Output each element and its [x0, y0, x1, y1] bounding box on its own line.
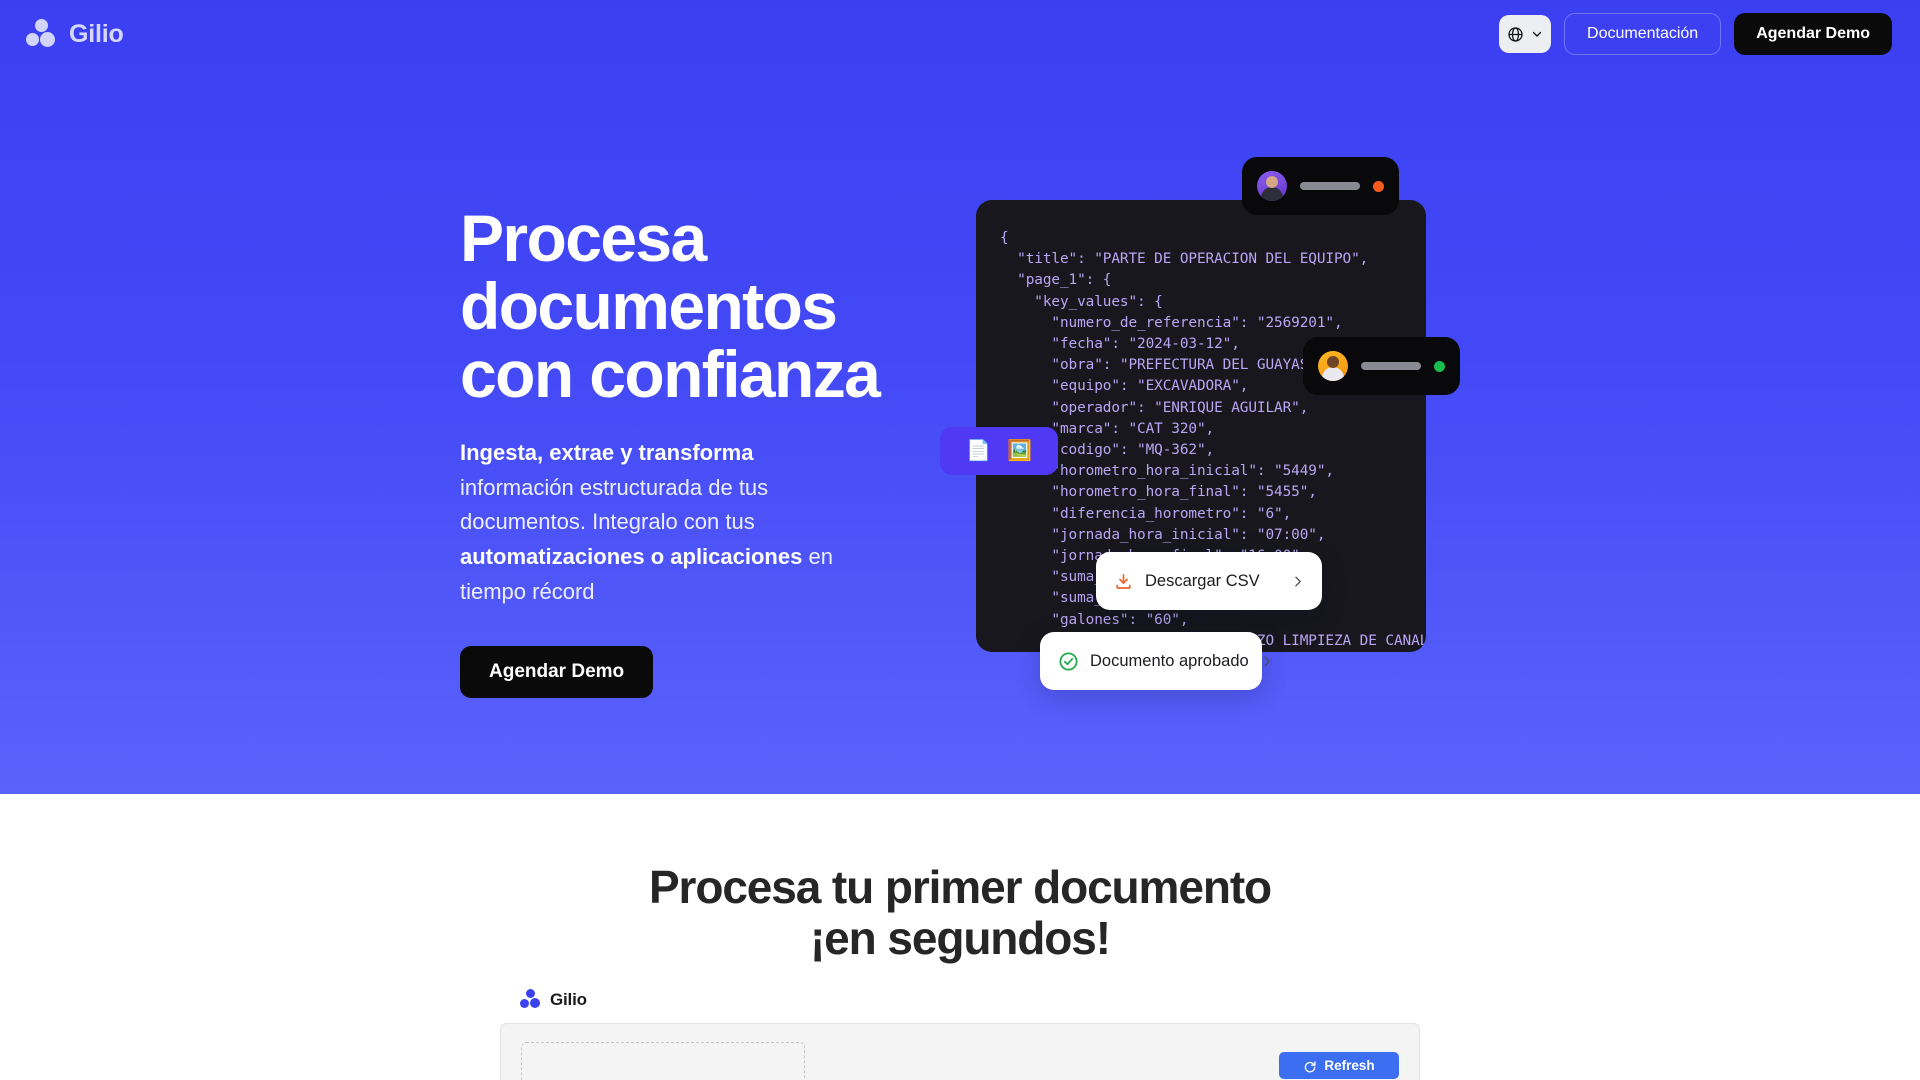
image-file-icon: 🖼️ — [1007, 440, 1032, 462]
section-title: Procesa tu primer documento ¡en segundos… — [648, 861, 1272, 964]
notification-card-1[interactable] — [1242, 157, 1399, 215]
file-dropzone[interactable] — [521, 1042, 805, 1080]
status-dot-green — [1434, 360, 1445, 372]
chevron-right-icon — [1295, 576, 1301, 586]
hero-subtitle-bold-2: automatizaciones o aplicaciones — [460, 544, 803, 570]
user-avatar-amber — [1318, 351, 1348, 381]
top-navbar: Gilio Documentación Agendar Demo — [0, 0, 1920, 68]
widget-toolbar: Refresh — [823, 1042, 1399, 1080]
gilio-logo-icon — [26, 19, 58, 49]
embedded-app-widget: Gilio Refresh — [500, 989, 1420, 1080]
refresh-button[interactable]: Refresh — [1279, 1052, 1399, 1079]
chevron-down-icon — [1532, 31, 1542, 37]
download-icon — [1116, 573, 1131, 589]
widget-header: Gilio — [500, 989, 1420, 1010]
document-approved-chip[interactable]: Documento aprobado — [1040, 632, 1270, 690]
user-avatar-violet — [1257, 171, 1287, 201]
schedule-demo-hero-button[interactable]: Agendar Demo — [460, 645, 654, 698]
hero-section: Gilio Documentación Agendar Demo Procesa… — [0, 0, 1920, 794]
globe-icon — [1508, 26, 1523, 42]
schedule-demo-nav-button[interactable]: Agendar Demo — [1734, 13, 1892, 55]
brand-logo[interactable]: Gilio — [26, 19, 124, 49]
notification-card-2[interactable] — [1303, 337, 1460, 395]
refresh-icon — [1305, 1060, 1316, 1072]
gilio-logo-icon — [520, 989, 542, 1010]
placeholder-bar — [1300, 182, 1360, 190]
download-csv-chip[interactable]: Descargar CSV — [1096, 552, 1322, 610]
navbar-actions: Documentación Agendar Demo — [1499, 13, 1892, 55]
get-started-section: Procesa tu primer documento ¡en segundos… — [0, 794, 1920, 1080]
refresh-label: Refresh — [1324, 1058, 1375, 1073]
brand-name: Gilio — [69, 19, 124, 48]
widget-brand-name: Gilio — [550, 989, 587, 1009]
file-types-badge: 📄 🖼️ — [940, 427, 1058, 475]
placeholder-bar — [1361, 362, 1421, 370]
landing-page: Gilio Documentación Agendar Demo Procesa… — [0, 0, 1920, 1080]
status-dot-orange — [1373, 180, 1384, 192]
download-csv-label: Descargar CSV — [1145, 571, 1260, 590]
hero-subtitle: Ingesta, extrae y transforma información… — [460, 436, 860, 610]
document-file-icon: 📄 — [966, 440, 991, 462]
hero-subtitle-bold-1: Ingesta, extrae y transforma — [460, 439, 754, 465]
chevron-right-icon — [1263, 656, 1270, 666]
check-circle-icon — [1059, 651, 1078, 671]
language-selector[interactable] — [1499, 15, 1552, 53]
widget-panel: Refresh — [500, 1023, 1420, 1080]
hero-subtitle-text-1: información estructurada de tus document… — [460, 474, 769, 535]
hero-content: Procesa documentos con confianza Ingesta… — [460, 201, 881, 698]
documentation-button[interactable]: Documentación — [1564, 13, 1722, 55]
document-approved-label: Documento aprobado — [1090, 651, 1249, 670]
page-title: Procesa documentos con confianza — [460, 201, 881, 411]
